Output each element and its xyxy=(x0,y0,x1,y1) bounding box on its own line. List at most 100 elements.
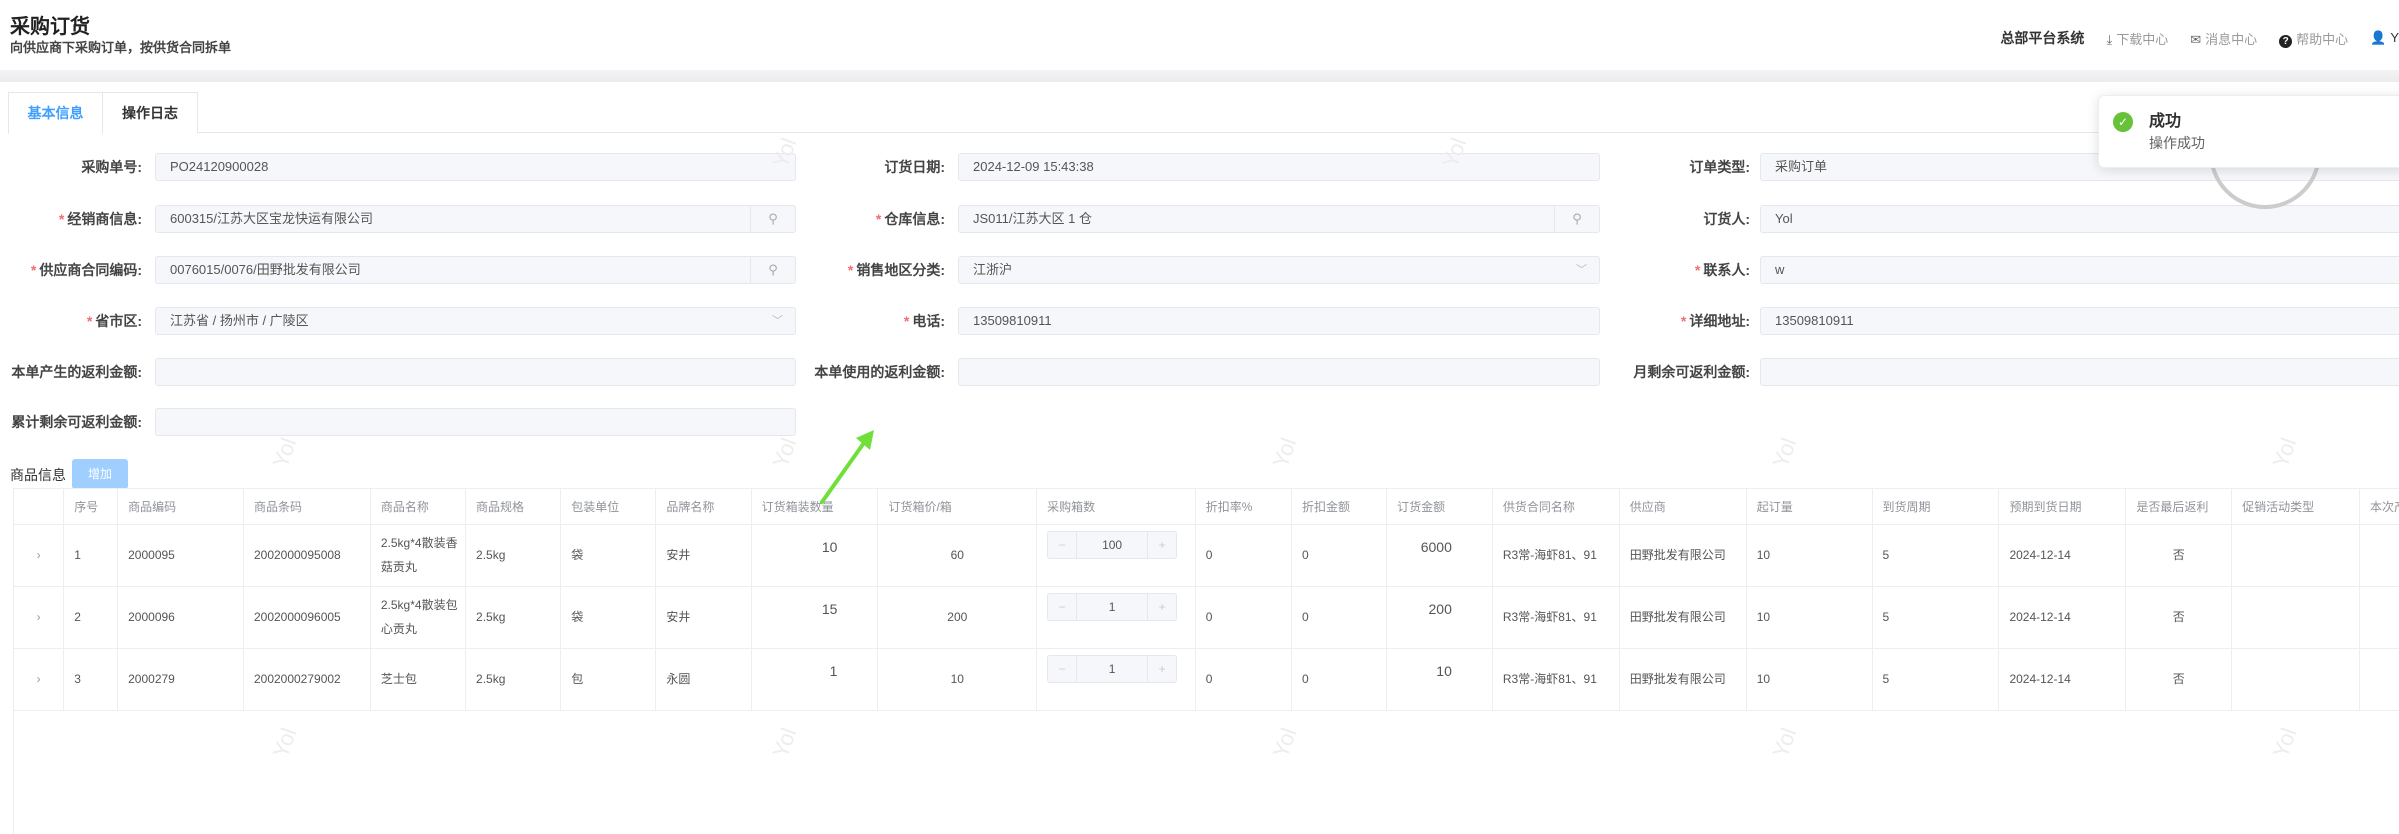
form-input[interactable]: 13509810911 xyxy=(1760,307,2399,335)
decrement-button[interactable]: − xyxy=(1048,594,1076,620)
column-header: 是否最后返利 xyxy=(2125,489,2233,525)
field-label-text: 省市区: xyxy=(95,313,142,329)
table-cell: 3 xyxy=(63,648,119,711)
form-input[interactable]: 江浙沪 ﹀ xyxy=(958,256,1600,284)
quantity-stepper[interactable]: −1 + xyxy=(1047,654,1178,683)
expand-row-icon[interactable]: › xyxy=(14,648,65,711)
form-input[interactable]: 江苏省 / 扬州市 / 广陵区 ﹀ xyxy=(155,307,796,335)
table-cell: 2.5kg*4散装包心贡丸 xyxy=(370,586,467,649)
table-cell: 否 xyxy=(2125,524,2233,587)
field-label: * 供应商合同编码: xyxy=(31,256,142,284)
table-cell: 5 xyxy=(1872,648,2000,711)
input-value: w xyxy=(1775,262,1785,277)
table-cell xyxy=(2231,586,2361,649)
chevron-down-icon[interactable]: ﹀ xyxy=(772,308,783,334)
tab-operation-log[interactable]: 操作日志 xyxy=(103,92,198,133)
form-input[interactable] xyxy=(958,358,1600,386)
form-input[interactable]: PO24120900028 xyxy=(155,153,796,181)
search-icon[interactable]: ⚲ xyxy=(750,257,795,283)
increment-button[interactable]: + xyxy=(1148,656,1176,682)
table-cell: 否 xyxy=(2125,586,2233,649)
table-cell: 60 xyxy=(877,524,1038,587)
mail-icon: ✉ xyxy=(2190,31,2202,47)
field-label-text: 订单类型: xyxy=(1689,159,1750,175)
table-cell: 10 xyxy=(1746,524,1873,587)
download-center-link[interactable]: ⤓ 下载中心 xyxy=(2106,29,2168,48)
table-cell: 10 xyxy=(751,524,879,587)
watermark: Yol xyxy=(1267,434,1302,472)
search-icon[interactable]: ⚲ xyxy=(750,206,795,232)
decrement-button[interactable]: − xyxy=(1048,532,1076,558)
table-cell xyxy=(2231,648,2361,711)
field-label-text: 订货日期: xyxy=(884,159,945,175)
form-input[interactable]: w xyxy=(1760,256,2399,284)
top-nav: 总部平台系统 ⤓ 下载中心 ✉ 消息中心 ? 帮助中心 👤 Y xyxy=(2000,28,2399,48)
form-input[interactable]: 2024-12-09 15:43:38 xyxy=(958,153,1600,181)
system-name: 总部平台系统 xyxy=(2000,30,2085,46)
column-header: 商品规格 xyxy=(465,489,562,525)
quantity-stepper[interactable]: −100 + xyxy=(1047,530,1178,559)
table-cell: 5 xyxy=(1872,524,2000,587)
expand-row-icon[interactable]: › xyxy=(14,586,65,649)
form-input[interactable] xyxy=(1760,358,2399,386)
required-mark: * xyxy=(903,313,910,329)
stepper-value[interactable]: 100 xyxy=(1076,531,1149,558)
field-label-text: 经销商信息: xyxy=(67,211,142,227)
header-divider xyxy=(0,70,2399,82)
table-cell: 2.5kg xyxy=(465,524,562,587)
field-label: 月剩余可返利金额: xyxy=(1633,358,1750,386)
required-mark: * xyxy=(875,211,882,227)
user-icon: 👤 xyxy=(2370,30,2387,45)
form-input[interactable]: 13509810911 xyxy=(958,307,1600,335)
success-toast: ✓ 成功 操作成功 xyxy=(2098,95,2399,168)
table-cell: R3常-海虾81、91 xyxy=(1492,586,1620,649)
column-header: 序号 xyxy=(63,489,119,525)
input-value: 0076015/0076/田野批发有限公司 xyxy=(170,262,361,277)
input-value: 13509810911 xyxy=(1775,313,1854,328)
field-label-text: 本单使用的返利金额: xyxy=(814,364,945,380)
input-value: 600315/江苏大区宝龙快运有限公司 xyxy=(170,211,373,226)
toast-title: 成功 xyxy=(2149,113,2182,130)
field-label-text: 本单产生的返利金额: xyxy=(11,364,142,380)
form-input[interactable]: 600315/江苏大区宝龙快运有限公司 ⚲ xyxy=(155,205,796,233)
form-input[interactable]: 0076015/0076/田野批发有限公司 ⚲ xyxy=(155,256,796,284)
help-center-link[interactable]: ? 帮助中心 xyxy=(2279,29,2348,48)
expand-row-icon[interactable]: › xyxy=(14,524,65,587)
input-value: 江浙沪 xyxy=(973,262,1013,277)
form-input[interactable]: JS011/江苏大区 1 仓 ⚲ xyxy=(958,205,1600,233)
column-header: 订货金额 xyxy=(1386,489,1493,525)
table-cell: −100 + xyxy=(1036,524,1196,587)
table-cell: 田野批发有限公司 xyxy=(1619,586,1747,649)
form-input[interactable] xyxy=(155,358,796,386)
table-cell: 2024-12-14 xyxy=(1998,586,2127,649)
field-label-text: 联系人: xyxy=(1703,262,1750,278)
column-header: 包装单位 xyxy=(560,489,657,525)
table-cell: 安井 xyxy=(655,586,752,649)
column-header: 采购箱数 xyxy=(1036,489,1196,525)
user-menu[interactable]: 👤 Y xyxy=(2370,30,2399,46)
field-label: * 电话: xyxy=(904,307,945,335)
table-cell: 田野批发有限公司 xyxy=(1619,648,1747,711)
table-cell: 2000095 xyxy=(117,524,244,587)
increment-button[interactable]: + xyxy=(1148,594,1176,620)
form-input[interactable]: Yol xyxy=(1760,205,2399,233)
table-cell: 10 xyxy=(1746,586,1873,649)
quantity-stepper[interactable]: −1 + xyxy=(1047,592,1178,621)
decrement-button[interactable]: − xyxy=(1048,656,1076,682)
increment-button[interactable]: + xyxy=(1148,532,1176,558)
table-cell xyxy=(2359,648,2399,711)
message-center-link[interactable]: ✉ 消息中心 xyxy=(2190,29,2257,48)
table-cell: 2002000096005 xyxy=(243,586,371,649)
stepper-value[interactable]: 1 xyxy=(1076,655,1149,682)
chevron-down-icon[interactable]: ﹀ xyxy=(1576,257,1587,283)
page-subtitle: 向供应商下采购订单，按供货合同拆单 xyxy=(10,40,232,55)
search-icon[interactable]: ⚲ xyxy=(1554,206,1599,232)
form-input[interactable] xyxy=(155,408,796,436)
stepper-value[interactable]: 1 xyxy=(1076,593,1149,620)
annotation-arrow-icon xyxy=(820,430,874,504)
table-row: › 2 2000096 2002000096005 2.5kg*4散装包心贡丸 2.5kg… xyxy=(14,586,2399,649)
tab-basic-info[interactable]: 基本信息 xyxy=(8,92,103,134)
add-goods-button[interactable]: 增加 xyxy=(72,459,128,489)
table-cell: −1 + xyxy=(1036,586,1196,649)
table-cell: R3常-海虾81、91 xyxy=(1492,648,1620,711)
